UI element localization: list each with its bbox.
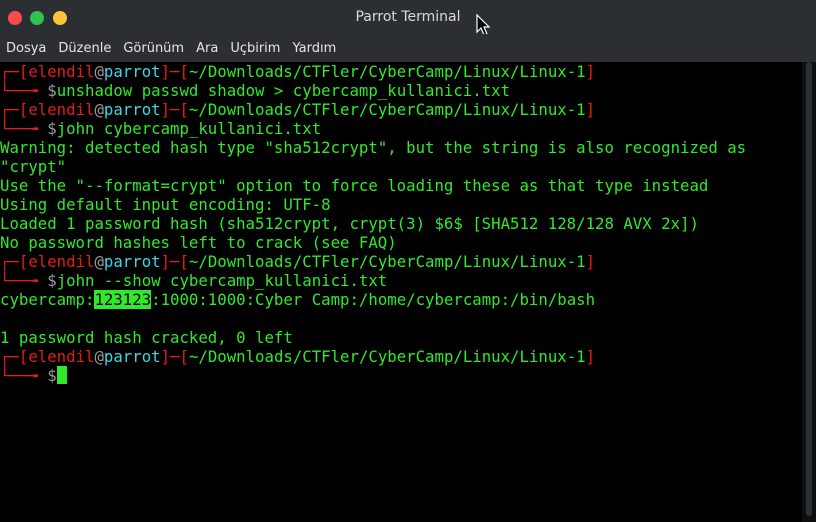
prompt-line: ┌─[elendil@parrot]─[~/Downloads/CTFler/C… — [0, 252, 596, 271]
title-bar: Parrot Terminal — [0, 0, 816, 36]
command-line: └──╼ $john cybercamp_kullanici.txt — [0, 119, 322, 138]
prompt-user: elendil — [28, 347, 95, 366]
scrollbar-thumb[interactable] — [806, 62, 812, 516]
command-line: └──╼ $john --show cybercamp_kullanici.tx… — [0, 271, 388, 290]
menu-dosya[interactable]: Dosya — [6, 41, 46, 56]
scrollbar[interactable] — [802, 62, 816, 522]
passwd-entry-rest: :1000:1000:Cyber Camp:/home/cybercamp:/b… — [151, 290, 596, 309]
prompt-path: ~/Downloads/CTFler/CyberCamp/Linux/Linux… — [188, 100, 586, 119]
menu-ara[interactable]: Ara — [196, 41, 218, 56]
output-line: Warning: detected hash type "sha512crypt… — [0, 138, 747, 157]
command-line: └──╼ $ — [0, 366, 802, 385]
prompt-line: ┌─[elendil@parrot]─[~/Downloads/CTFler/C… — [0, 62, 596, 81]
menu-duzenle[interactable]: Düzenle — [58, 41, 111, 56]
output-line: 1 password hash cracked, 0 left — [0, 328, 293, 347]
output-line: Loaded 1 password hash (sha512crypt, cry… — [0, 214, 699, 233]
output-line: "crypt" — [0, 157, 67, 176]
output-line: No password hashes left to crack (see FA… — [0, 233, 397, 252]
prompt-user: elendil — [28, 100, 95, 119]
cracked-password: 123123 — [94, 290, 152, 309]
prompt-host: parrot — [103, 100, 161, 119]
command-line: └──╼ $unshadow passwd shadow > cybercamp… — [0, 81, 511, 100]
command-text: john --show cybercamp_kullanici.txt — [56, 271, 388, 290]
prompt-user: elendil — [28, 62, 95, 81]
menu-ucbirim[interactable]: Uçbirim — [230, 41, 280, 56]
window-title: Parrot Terminal — [355, 9, 461, 25]
cracked-credential-line: cybercamp:123123:1000:1000:Cyber Camp:/h… — [0, 290, 596, 309]
menu-yardim[interactable]: Yardım — [292, 41, 336, 56]
prompt-line: ┌─[elendil@parrot]─[~/Downloads/CTFler/C… — [0, 347, 596, 366]
prompt-path: ~/Downloads/CTFler/CyberCamp/Linux/Linux… — [188, 252, 586, 271]
output-line: Using default input encoding: UTF-8 — [0, 195, 331, 214]
prompt-host: parrot — [103, 347, 161, 366]
text-cursor — [56, 366, 67, 384]
terminal-output[interactable]: ┌─[elendil@parrot]─[~/Downloads/CTFler/C… — [0, 62, 802, 522]
prompt-path: ~/Downloads/CTFler/CyberCamp/Linux/Linux… — [188, 347, 586, 366]
command-text: unshadow passwd shadow > cybercamp_kulla… — [56, 81, 511, 100]
menu-bar: Dosya Düzenle Görünüm Ara Uçbirim Yardım — [0, 34, 816, 62]
prompt-host: parrot — [103, 252, 161, 271]
output-line: Use the "--format=crypt" option to force… — [0, 176, 709, 195]
mouse-pointer-icon — [476, 14, 490, 36]
prompt-user: elendil — [28, 252, 95, 271]
prompt-line: ┌─[elendil@parrot]─[~/Downloads/CTFler/C… — [0, 100, 596, 119]
prompt-host: parrot — [103, 62, 161, 81]
menu-gorunum[interactable]: Görünüm — [123, 41, 184, 56]
command-text: john cybercamp_kullanici.txt — [56, 119, 322, 138]
cracked-user: cybercamp — [0, 290, 86, 309]
prompt-path: ~/Downloads/CTFler/CyberCamp/Linux/Linux… — [188, 62, 586, 81]
